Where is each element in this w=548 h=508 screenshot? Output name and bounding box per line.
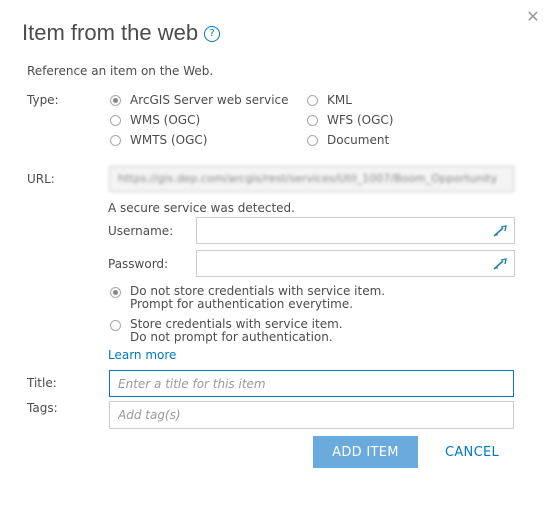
url-input[interactable]: https://gis.dep.com/arcgis/rest/services… (109, 166, 514, 192)
close-icon[interactable]: ✕ (524, 8, 542, 26)
type-option-wfs[interactable]: WFS (OGC) (307, 113, 393, 127)
type-label: Type: (27, 93, 59, 107)
type-option-label: KML (327, 93, 352, 107)
help-icon[interactable]: ? (204, 26, 220, 42)
radio-button[interactable] (110, 114, 121, 126)
dialog-description: Reference an item on the Web. (27, 64, 214, 78)
radio-button[interactable] (307, 114, 318, 126)
key-icon (493, 258, 507, 270)
credentials-option-store[interactable]: Store credentials with service item. Do … (110, 318, 343, 344)
option-line: Prompt for authentication everytime. (130, 297, 354, 311)
radio-button[interactable] (307, 94, 318, 106)
learn-more-link[interactable]: Learn more (108, 348, 176, 362)
url-label: URL: (27, 172, 55, 186)
option-line: Do not prompt for authentication. (130, 330, 333, 344)
type-option-label: WFS (OGC) (327, 113, 394, 127)
radio-button[interactable] (110, 134, 121, 146)
key-icon (493, 225, 507, 237)
tags-label: Tags: (27, 401, 58, 415)
type-option-label: WMS (OGC) (130, 113, 201, 127)
radio-button[interactable] (110, 320, 121, 331)
tags-input[interactable] (109, 401, 514, 429)
type-option-document[interactable]: Document (307, 133, 389, 147)
cancel-button[interactable]: CANCEL (436, 436, 508, 468)
item-from-web-dialog: Item from the web ? ✕ Reference an item … (0, 0, 548, 508)
radio-button[interactable] (307, 134, 318, 146)
title-label: Title: (27, 376, 57, 390)
username-input[interactable] (196, 217, 515, 244)
credentials-option-do-not-store[interactable]: Do not store credentials with service it… (110, 285, 385, 311)
add-item-button[interactable]: ADD ITEM (313, 436, 418, 468)
title-input[interactable] (109, 370, 514, 397)
type-option-wms[interactable]: WMS (OGC) (110, 113, 200, 127)
radio-button[interactable] (110, 287, 121, 298)
password-input[interactable] (196, 250, 515, 277)
type-option-label: ArcGIS Server web service (130, 93, 289, 107)
type-option-wmts[interactable]: WMTS (OGC) (110, 133, 207, 147)
secure-service-message: A secure service was detected. (108, 201, 295, 215)
type-option-kml[interactable]: KML (307, 93, 352, 107)
dialog-title: Item from the web (22, 20, 199, 45)
radio-button[interactable] (110, 94, 121, 106)
password-label: Password: (108, 257, 169, 271)
type-option-arcgis-server[interactable]: ArcGIS Server web service (110, 93, 289, 107)
username-label: Username: (108, 224, 174, 238)
type-option-label: Document (327, 133, 390, 147)
type-option-label: WMTS (OGC) (130, 133, 208, 147)
